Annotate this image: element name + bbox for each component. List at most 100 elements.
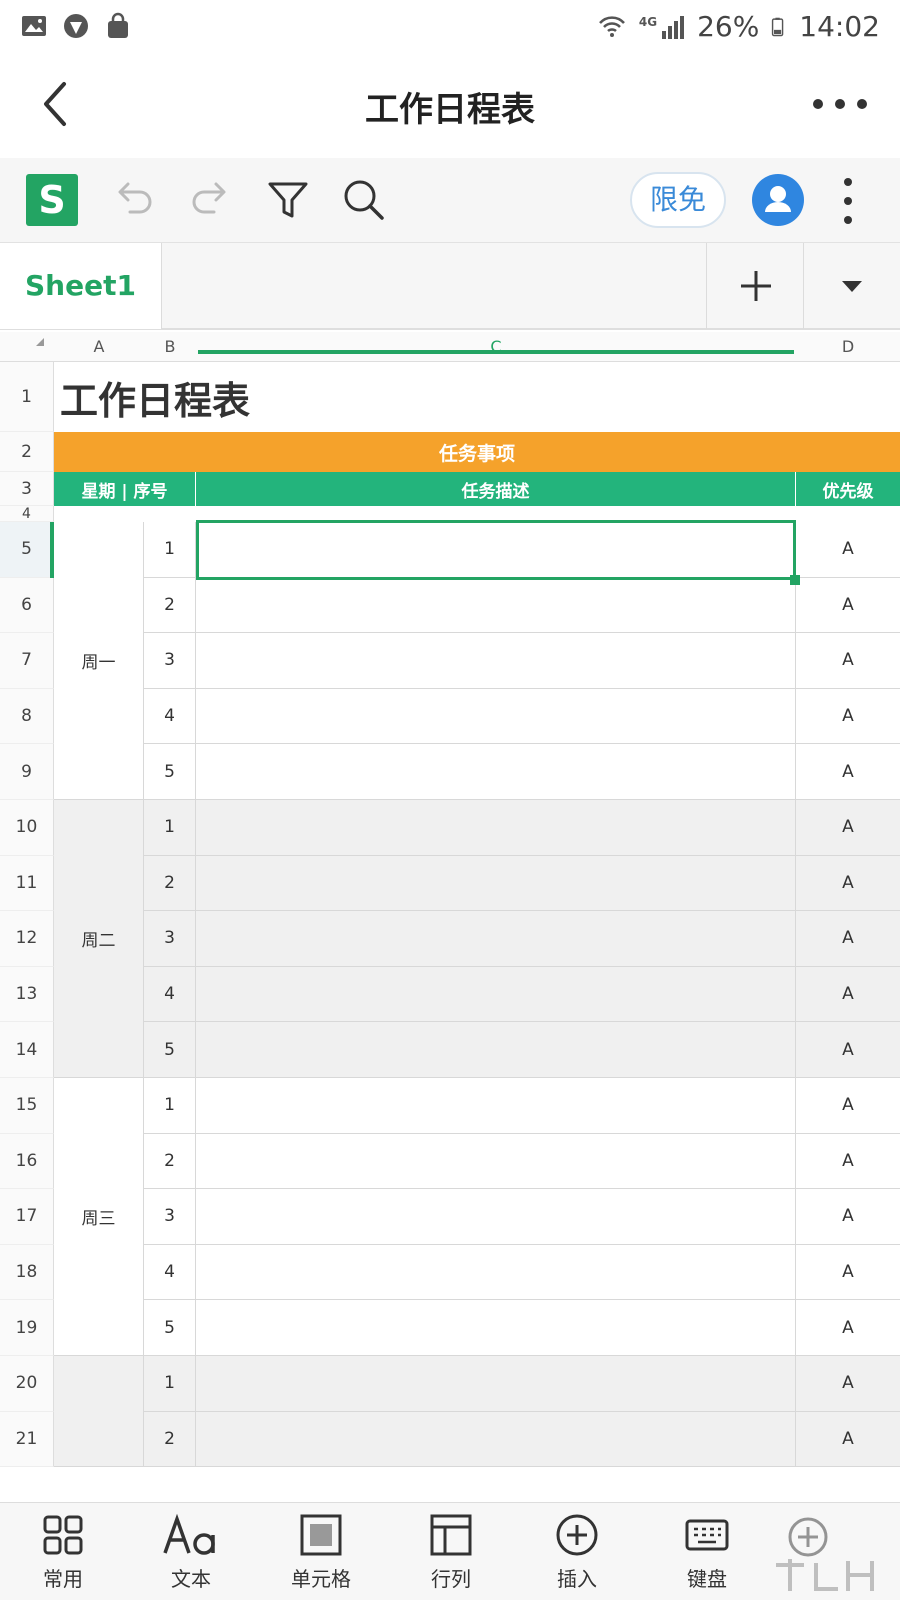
row-header[interactable]: 15 [0, 1078, 54, 1134]
column-header-c[interactable]: C [196, 332, 796, 362]
priority-cell[interactable]: A [796, 1134, 900, 1190]
description-cell[interactable] [196, 966, 796, 1023]
description-cell[interactable] [196, 1356, 796, 1412]
sequence-cell[interactable]: 2 [144, 1411, 196, 1468]
promo-badge-button[interactable]: 限免 [630, 172, 726, 228]
row-header[interactable]: 3 [0, 472, 54, 506]
undo-icon[interactable] [108, 174, 160, 226]
common-tools-button[interactable]: 常用 [8, 1513, 118, 1597]
sequence-cell[interactable]: 5 [144, 744, 196, 800]
row-header[interactable]: 2 [0, 432, 54, 472]
search-icon[interactable] [338, 174, 390, 226]
sequence-cell[interactable]: 5 [144, 1300, 196, 1356]
sequence-cell[interactable]: 3 [144, 1189, 196, 1245]
row-header[interactable]: 5 [0, 522, 54, 578]
priority-cell[interactable]: A [796, 1245, 900, 1301]
row-header[interactable]: 11 [0, 855, 54, 912]
priority-cell[interactable]: A [796, 633, 900, 689]
app-logo[interactable]: S [26, 174, 78, 226]
weekday-cell[interactable]: 周三 [54, 1078, 144, 1356]
priority-header-cell[interactable]: 优先级 [796, 472, 900, 506]
row-header[interactable]: 17 [0, 1189, 54, 1245]
text-tools-button[interactable]: 文本 [136, 1513, 246, 1597]
description-cell[interactable] [196, 633, 796, 689]
sequence-cell[interactable]: 4 [144, 966, 196, 1023]
row-header[interactable]: 20 [0, 1356, 54, 1412]
priority-cell[interactable]: A [796, 1300, 900, 1356]
description-cell[interactable] [196, 1300, 796, 1356]
spreadsheet-grid[interactable]: A B C D 1 2 3 4 5 6 7 8 9 10 11 12 13 14 15 16 17 18 19 20 2… [0, 332, 900, 1502]
row-header[interactable]: 8 [0, 688, 54, 745]
row-header[interactable]: 14 [0, 1022, 54, 1078]
weekday-cell[interactable] [54, 1356, 144, 1468]
sequence-cell[interactable]: 1 [144, 800, 196, 856]
priority-cell[interactable]: A [796, 522, 900, 578]
selected-cell-c5[interactable] [196, 520, 796, 580]
priority-cell[interactable]: A [796, 966, 900, 1023]
keyboard-button[interactable]: 键盘 [652, 1513, 762, 1597]
description-cell[interactable] [196, 1078, 796, 1134]
priority-cell[interactable]: A [796, 1411, 900, 1468]
priority-cell[interactable]: A [796, 1189, 900, 1245]
column-header-d[interactable]: D [796, 332, 900, 362]
redo-icon[interactable] [184, 174, 236, 226]
sheet-list-dropdown[interactable] [804, 243, 900, 329]
cell-tools-button[interactable]: 单元格 [266, 1513, 376, 1597]
priority-cell[interactable]: A [796, 1022, 900, 1078]
priority-cell[interactable]: A [796, 1078, 900, 1134]
sequence-cell[interactable]: 5 [144, 1022, 196, 1078]
row-header[interactable]: 21 [0, 1411, 54, 1468]
description-cell[interactable] [196, 911, 796, 967]
weekday-cell[interactable]: 周一 [54, 522, 144, 800]
sequence-cell[interactable]: 1 [144, 1078, 196, 1134]
row-header[interactable]: 16 [0, 1133, 54, 1190]
priority-cell[interactable]: A [796, 689, 900, 745]
row-header[interactable]: 7 [0, 633, 54, 689]
description-cell[interactable] [196, 1244, 796, 1301]
row-header[interactable]: 6 [0, 577, 54, 634]
sequence-cell[interactable]: 3 [144, 633, 196, 689]
priority-cell[interactable]: A [796, 578, 900, 634]
description-cell[interactable] [196, 577, 796, 634]
kebab-menu-icon[interactable] [836, 176, 860, 226]
sequence-cell[interactable]: 3 [144, 911, 196, 967]
priority-cell[interactable]: A [796, 744, 900, 800]
sequence-cell[interactable]: 1 [144, 1356, 196, 1412]
weekday-cell[interactable]: 周二 [54, 800, 144, 1078]
sequence-cell[interactable]: 2 [144, 855, 196, 912]
description-cell[interactable] [196, 744, 796, 800]
add-sheet-button[interactable] [706, 243, 804, 329]
sequence-cell[interactable]: 2 [144, 1133, 196, 1190]
description-cell[interactable] [196, 688, 796, 745]
description-cell[interactable] [196, 1133, 796, 1190]
row-column-tools-button[interactable]: 行列 [396, 1513, 506, 1597]
priority-cell[interactable]: A [796, 911, 900, 967]
description-cell[interactable] [196, 855, 796, 912]
priority-cell[interactable]: A [796, 1356, 900, 1412]
sequence-cell[interactable]: 4 [144, 1244, 196, 1301]
sheet-title-cell[interactable]: 工作日程表 [60, 370, 250, 425]
row-header[interactable]: 4 [0, 506, 54, 522]
weekday-seq-header-cell[interactable]: 星期 | 序号 [54, 472, 196, 506]
column-header-a[interactable]: A [54, 332, 144, 362]
description-cell[interactable] [196, 800, 796, 856]
column-header-b[interactable]: B [144, 332, 196, 362]
section-header-cell[interactable]: 任务事项 [54, 432, 900, 472]
tab-sheet1[interactable]: Sheet1 [0, 243, 162, 329]
description-cell[interactable] [196, 1189, 796, 1245]
description-header-cell[interactable]: 任务描述 [196, 472, 796, 506]
more-options-icon[interactable] [810, 90, 870, 118]
row-header[interactable]: 18 [0, 1244, 54, 1301]
sequence-cell[interactable]: 4 [144, 688, 196, 745]
description-cell[interactable] [196, 1022, 796, 1078]
priority-cell[interactable]: A [796, 855, 900, 912]
row-header[interactable]: 19 [0, 1300, 54, 1356]
insert-tools-button[interactable]: 插入 [522, 1513, 632, 1597]
description-cell[interactable] [196, 1411, 796, 1468]
row-header[interactable]: 13 [0, 966, 54, 1023]
sequence-cell[interactable]: 1 [144, 522, 196, 578]
row-header[interactable]: 9 [0, 744, 54, 800]
row-header[interactable]: 1 [0, 362, 54, 432]
priority-cell[interactable]: A [796, 800, 900, 856]
row-header[interactable]: 12 [0, 911, 54, 967]
